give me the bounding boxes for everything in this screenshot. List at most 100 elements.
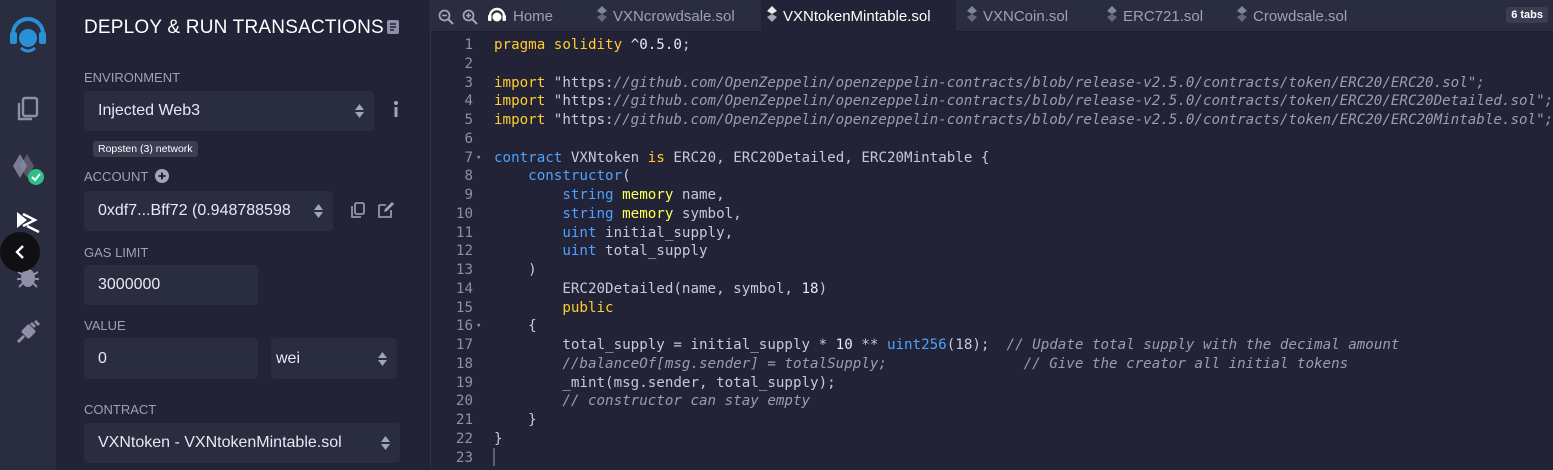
tabs-count-badge[interactable]: 6 tabs <box>1506 7 1548 23</box>
collapse-panel-button[interactable] <box>0 232 40 272</box>
tab-label: VXNtokenMintable.sol <box>783 7 931 25</box>
code-text: } <box>494 412 537 428</box>
select-arrows-icon <box>314 204 323 218</box>
code-line[interactable]: 7 ▾ contract VXNtoken is ERC20, ERC20Detai… <box>431 149 1553 168</box>
info-icon[interactable] <box>392 100 400 123</box>
code-line[interactable]: 3 import "https://github.com/OpenZeppelin… <box>431 74 1553 93</box>
value-unit: wei <box>276 349 301 367</box>
code-text: string memory name, <box>562 187 725 203</box>
line-number: 15 <box>455 299 473 316</box>
code-line[interactable]: 11 uint initial_supply, <box>431 224 1553 243</box>
zoom-in-icon[interactable] <box>462 9 478 30</box>
code-line[interactable]: 8 constructor( <box>431 167 1553 186</box>
code-text: pragma solidity ^0.5.0; <box>494 37 691 53</box>
value-amount: 0 <box>98 349 107 367</box>
line-number: 7 <box>464 149 473 166</box>
code-line[interactable]: 23 <box>431 449 1553 468</box>
deploy-run-panel: DEPLOY & RUN TRANSACTIONS ENVIRONMENT In… <box>56 0 430 470</box>
copy-icon[interactable] <box>351 202 365 223</box>
code-text: uint total_supply <box>562 243 708 260</box>
account-select[interactable]: 0xdf7...Bff72 (0.948788598 <box>84 191 333 231</box>
code-line[interactable]: 2 <box>431 55 1553 74</box>
gas-limit-label: GAS LIMIT <box>84 245 149 260</box>
code-line[interactable]: 21 } <box>431 411 1553 430</box>
code-line[interactable]: 20 // constructor can stay empty <box>431 392 1553 411</box>
code-line[interactable]: 14 ERC20Detailed(name, symbol, 18) <box>431 280 1553 299</box>
code-line[interactable]: 22} <box>431 430 1553 449</box>
documentation-icon[interactable] <box>386 19 400 40</box>
line-number: 13 <box>455 262 473 278</box>
code-text: import "https://github.com/OpenZeppelin/… <box>494 93 1553 110</box>
chevron-left-icon <box>15 245 24 259</box>
remix-logo-icon[interactable] <box>0 10 56 54</box>
tab-home[interactable]: Home <box>487 0 553 32</box>
solidity-file-icon <box>1237 6 1247 26</box>
gas-limit-input[interactable]: 3000000 <box>84 265 258 305</box>
select-arrows-icon <box>378 351 387 366</box>
environment-label: ENVIRONMENT <box>84 70 181 85</box>
line-number: 16 <box>455 318 473 335</box>
tab-label: Crowdsale.sol <box>1253 7 1348 25</box>
code-line[interactable]: 18 //balanceOf[msg.sender] = totalSupply… <box>431 355 1553 374</box>
code-text: import "https://github.com/OpenZeppelin/… <box>494 112 1553 128</box>
contract-value: VXNtoken - VXNtokenMintable.sol <box>98 434 342 451</box>
code-line[interactable]: 12 uint total_supply <box>431 242 1553 261</box>
code-area[interactable]: 1 pragma solidity ^0.5.0; 2 3 import "https:… <box>431 36 1553 467</box>
tab-label: VXNCoin.sol <box>983 7 1069 25</box>
code-line[interactable]: 6 <box>431 130 1553 149</box>
panel-title: DEPLOY & RUN TRANSACTIONS <box>84 17 384 38</box>
network-badge: Ropsten (3) network <box>93 141 198 157</box>
code-line[interactable]: 5 import "https://github.com/OpenZeppelin… <box>431 111 1553 130</box>
line-number: 17 <box>455 337 473 353</box>
select-arrows-icon <box>381 436 390 450</box>
line-number: 4 <box>464 93 473 110</box>
code-line[interactable]: 10 string memory symbol, <box>431 205 1553 224</box>
tab-label: ERC721.sol <box>1123 7 1204 25</box>
line-number: 20 <box>455 393 473 410</box>
line-number: 6 <box>464 130 473 147</box>
file-explorer-icon[interactable] <box>0 95 56 123</box>
code-line[interactable]: 16 ▾ { <box>431 317 1553 336</box>
fold-toggle-icon[interactable]: ▾ <box>476 149 481 168</box>
code-line[interactable]: 17 total_supply = initial_supply * 10 **… <box>431 336 1553 355</box>
deploy-run-icon[interactable] <box>0 208 56 234</box>
value-input[interactable]: 0 <box>84 338 258 379</box>
line-number: 12 <box>455 243 473 260</box>
code-line[interactable]: 4 import "https://github.com/OpenZeppelin… <box>431 92 1553 111</box>
code-text: import "https://github.com/OpenZeppelin/… <box>494 74 1485 91</box>
add-account-icon[interactable] <box>155 169 169 188</box>
line-number: 8 <box>464 168 473 185</box>
tab-file[interactable]: ERC721.sol <box>1101 0 1226 32</box>
fold-toggle-icon[interactable]: ▾ <box>476 317 481 336</box>
environment-value: Injected Web3 <box>98 102 200 119</box>
plugin-manager-icon[interactable] <box>0 318 56 346</box>
code-text: ) <box>494 262 537 278</box>
solidity-file-icon <box>1107 6 1117 26</box>
line-number: 9 <box>464 187 473 203</box>
code-line[interactable]: 19 _mint(msg.sender, total_supply); <box>431 374 1553 393</box>
line-number: 2 <box>464 55 473 72</box>
solidity-file-icon <box>967 6 977 26</box>
code-line[interactable]: 15 public <box>431 299 1553 318</box>
environment-select[interactable]: Injected Web3 <box>84 91 374 131</box>
tab-file[interactable]: Crowdsale.sol <box>1231 0 1381 32</box>
code-text: string memory symbol, <box>562 205 742 222</box>
gas-limit-value: 3000000 <box>98 276 161 293</box>
solidity-compiler-icon[interactable] <box>0 150 56 186</box>
contract-select[interactable]: VXNtoken - VXNtokenMintable.sol <box>84 423 400 463</box>
edit-icon[interactable] <box>378 202 394 223</box>
code-text: // constructor can stay empty <box>562 393 811 410</box>
tab-file[interactable]: VXNtokenMintable.sol <box>761 0 956 32</box>
line-number: 21 <box>455 412 473 428</box>
line-number: 14 <box>455 280 473 297</box>
code-line[interactable]: 1 pragma solidity ^0.5.0; <box>431 36 1553 55</box>
tab-file[interactable]: VXNCoin.sol <box>961 0 1096 32</box>
code-line[interactable]: 9 string memory name, <box>431 186 1553 205</box>
code-line[interactable]: 13 ) <box>431 261 1553 280</box>
code-text: //balanceOf[msg.sender] = totalSupply; /… <box>562 355 1349 372</box>
code-text: } <box>494 430 503 447</box>
tab-file[interactable]: VXNcrowdsale.sol <box>591 0 756 32</box>
zoom-out-icon[interactable] <box>438 9 454 30</box>
code-text: public <box>562 299 614 316</box>
value-unit-select[interactable]: wei <box>271 338 397 379</box>
